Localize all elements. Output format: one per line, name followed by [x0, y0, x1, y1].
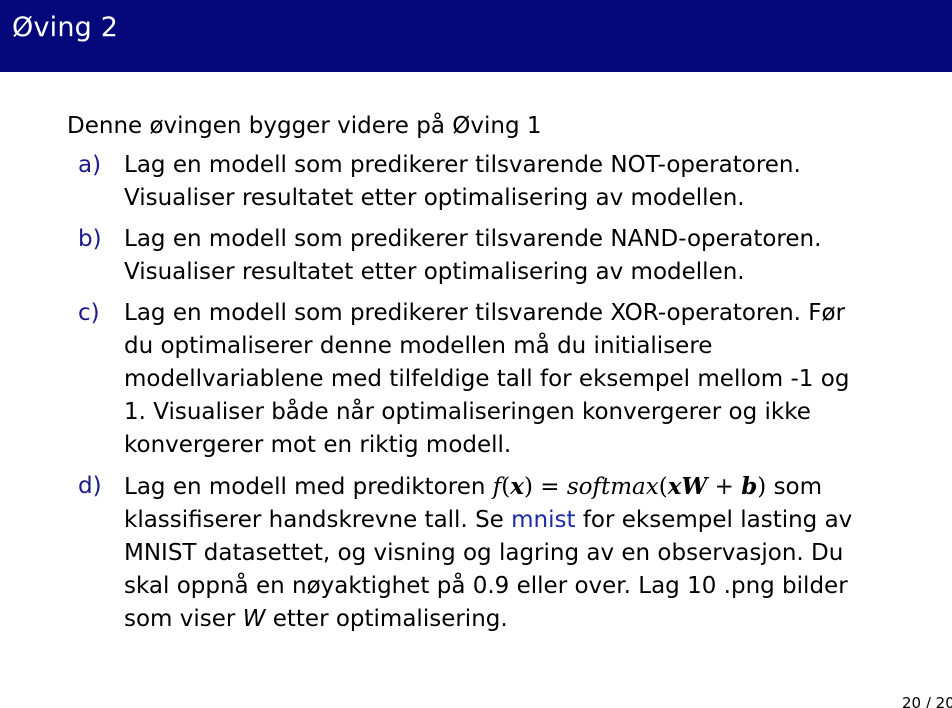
task-line: modellvariablene med tilfeldige tall for… [124, 366, 850, 392]
slide-title: Øving 2 [12, 12, 119, 43]
title-bar: Øving 2 [0, 0, 952, 72]
task-line: du optimaliserer denne modellen må du in… [124, 333, 713, 359]
text-segment: klassifiserer handskrevne tall. Se [124, 507, 512, 533]
task-line: MNIST datasettet, og visning og lagring … [124, 540, 844, 566]
formula-paren: ( [658, 474, 668, 500]
text-segment: som [766, 474, 823, 500]
task-line: Lag en modell som predikerer tilsvarende… [124, 152, 801, 178]
task-marker: b) [78, 226, 102, 252]
mnist-link[interactable]: mnist [511, 507, 575, 533]
task-line: Lag en modell som predikerer tilsvarende… [124, 226, 822, 252]
task-marker: a) [78, 152, 102, 178]
task-line: Lag en modell med prediktoren f(x) = sof… [124, 470, 908, 504]
task-d: d) Lag en modell med prediktoren f(x) = … [78, 470, 908, 636]
task-line: Visualiser resultatet etter optimaliseri… [124, 185, 745, 211]
formula-equals: ) = [523, 474, 567, 500]
formula-f: f [492, 474, 502, 500]
task-line: skal oppnå en nøyaktighet på 0.9 eller o… [124, 573, 848, 599]
formula-paren: ( [501, 474, 511, 500]
formula-b: b [741, 473, 758, 500]
text-segment: Lag en modell med prediktoren [124, 474, 493, 500]
formula-softmax: softmax [566, 474, 659, 500]
task-c: c) Lag en modell som predikerer tilsvare… [78, 297, 908, 462]
formula-plus: + [707, 474, 742, 500]
intro-text: Denne øvingen bygger videre på Øving 1 [67, 113, 542, 139]
variable-w: W [242, 606, 266, 632]
task-marker: d) [78, 473, 102, 499]
formula-x: x [510, 473, 524, 500]
task-a: a) Lag en modell som predikerer tilsvare… [78, 149, 908, 215]
text-segment: etter optimalisering. [265, 606, 508, 632]
text-segment: som viser [124, 606, 243, 632]
formula-x: x [667, 473, 682, 500]
task-line: som viser W etter optimalisering. [124, 603, 908, 636]
task-line: Visualiser resultatet etter optimaliseri… [124, 259, 745, 285]
task-marker: c) [78, 300, 100, 326]
task-line: 1. Visualiser både når optimaliseringen … [124, 399, 811, 425]
formula-paren: ) [757, 474, 767, 500]
task-line: klassifiserer handskrevne tall. Se mnist… [124, 504, 908, 537]
task-b: b) Lag en modell som predikerer tilsvare… [78, 223, 908, 289]
page-number: 20 / 20 [902, 694, 952, 708]
task-list: a) Lag en modell som predikerer tilsvare… [78, 149, 908, 636]
text-segment: for eksempel lasting av [575, 507, 853, 533]
task-line: konvergerer mot en riktig modell. [124, 432, 512, 458]
task-line: Lag en modell som predikerer tilsvarende… [124, 300, 846, 326]
formula-w: W [681, 473, 708, 500]
